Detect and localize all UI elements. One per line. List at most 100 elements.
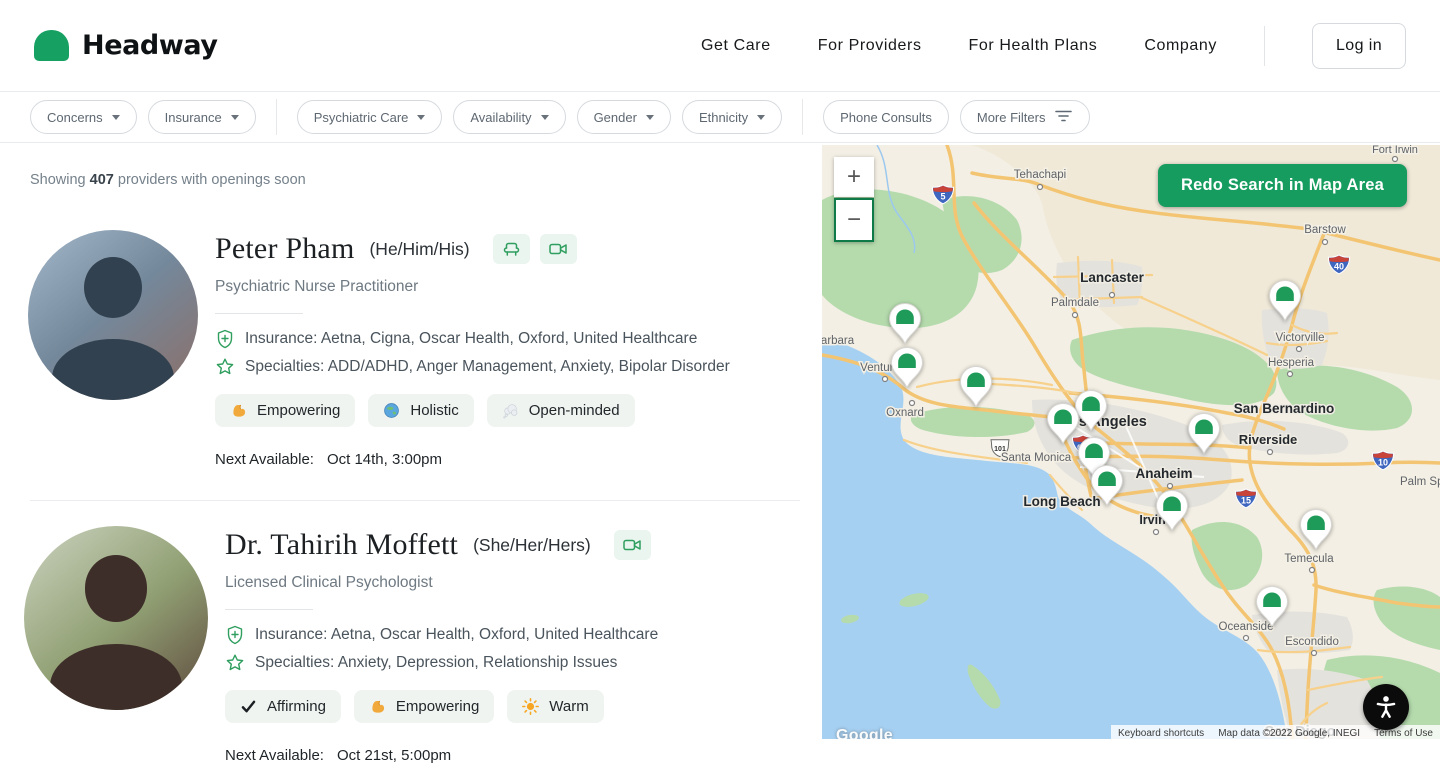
filter-more-filters[interactable]: More Filters (960, 100, 1091, 134)
provider-name[interactable]: Dr. Tahirih Moffett (225, 528, 458, 562)
map-provider-pin[interactable] (1299, 508, 1333, 552)
provider-name[interactable]: Peter Pham (215, 232, 354, 266)
next-available: Next Available:Oct 21st, 5:00pm (225, 747, 658, 764)
map-provider-pin[interactable] (959, 365, 993, 409)
in-person-session-chip[interactable] (493, 234, 530, 264)
map-label-barstow: Barstow (1304, 224, 1346, 236)
filter-label: Phone Consults (840, 110, 932, 125)
results-prefix: Showing (30, 172, 90, 188)
card-subdivider (215, 313, 303, 314)
filter-concerns[interactable]: Concerns (30, 100, 137, 134)
chevron-down-icon (231, 115, 239, 120)
next-available: Next Available:Oct 14th, 3:00pm (215, 451, 730, 468)
map-provider-pin[interactable] (1090, 464, 1124, 508)
map-label-santa-monica: Santa Monica (1001, 452, 1072, 464)
badge-label: Warm (549, 698, 588, 715)
map-provider-pin[interactable] (888, 302, 922, 346)
video-session-chip[interactable] (540, 234, 577, 264)
provider-card[interactable]: Peter Pham (He/Him/His) Psychiatric Nurs… (0, 230, 822, 490)
map-label-anaheim: Anaheim (1135, 466, 1192, 481)
accessibility-button[interactable] (1363, 684, 1409, 730)
attribution-item: Map data ©2022 Google, INEGI (1211, 725, 1367, 739)
filter-availability[interactable]: Availability (453, 100, 565, 134)
globe-emoji-icon (383, 402, 400, 419)
filter-label: Insurance (165, 110, 222, 125)
route-number: 40 (1334, 262, 1344, 272)
provider-photo[interactable] (28, 230, 198, 400)
map-zoom-in-button[interactable]: + (834, 157, 874, 197)
results-suffix: providers with openings soon (114, 172, 306, 188)
next-available-value: Oct 21st, 5:00pm (337, 747, 451, 764)
map-pin-icon (890, 346, 924, 390)
trait-badge-affirming: Affirming (225, 690, 341, 723)
map-pin-icon (959, 365, 993, 409)
map-label-escondido: Escondido (1285, 636, 1339, 648)
map-provider-pin[interactable] (1255, 585, 1289, 629)
filter-label: Concerns (47, 110, 103, 125)
nav-link-get-care[interactable]: Get Care (701, 37, 771, 55)
provider-pronouns: (He/Him/His) (369, 239, 469, 260)
provider-details: Dr. Tahirih Moffett (She/Her/Hers) Licen… (225, 526, 658, 764)
map-pin-icon (1155, 489, 1189, 533)
filter-label: Psychiatric Care (314, 110, 409, 125)
nav-link-for-health-plans[interactable]: For Health Plans (969, 37, 1098, 55)
map-provider-pin[interactable] (1187, 412, 1221, 456)
chevron-down-icon (757, 115, 765, 120)
filter-ethnicity[interactable]: Ethnicity (682, 100, 782, 134)
trait-badge-empowering: Empowering (215, 394, 355, 427)
results-count: Showing 407 providers with openings soon (30, 172, 822, 188)
map-provider-pin[interactable] (890, 346, 924, 390)
route-number: 10 (1378, 458, 1388, 468)
trait-badges: Empowering Holistic Open-minded (215, 394, 730, 427)
nav-link-for-providers[interactable]: For Providers (818, 37, 922, 55)
map-label-riverside: Riverside (1239, 432, 1298, 447)
insurance-list: Insurance: Aetna, Oscar Health, Oxford, … (255, 623, 658, 646)
map-zoom-out-button[interactable]: − (834, 198, 874, 242)
chevron-down-icon (112, 115, 120, 120)
google-logo: Google (836, 727, 893, 739)
sun-emoji-icon (522, 698, 539, 715)
insurance-shield-icon (225, 625, 245, 645)
filter-psychiatric-care[interactable]: Psychiatric Care (297, 100, 443, 134)
next-available-label: Next Available: (215, 451, 314, 468)
map-pin-icon (1187, 412, 1221, 456)
nav-link-company[interactable]: Company (1144, 37, 1217, 55)
map-provider-pin[interactable] (1046, 402, 1080, 446)
map-pin-icon (888, 302, 922, 346)
map-canvas[interactable]: 5 40 101 605 15 10 Fort IrwinTehachapiBa… (822, 145, 1440, 739)
accessibility-person-icon (1373, 694, 1399, 720)
filter-insurance[interactable]: Insurance (148, 100, 256, 134)
map-label-palm-springs: Palm Springs (1400, 476, 1440, 488)
trait-badges: AffirmingEmpoweringWarm (225, 690, 658, 723)
map-pin-icon (1268, 279, 1302, 323)
insurance-shield-icon (215, 329, 235, 349)
filter-bar: Concerns Insurance Psychiatric Care Availab… (0, 92, 1440, 143)
trait-badge-warm: Warm (507, 690, 603, 723)
badge-label: Holistic (410, 402, 458, 419)
login-button[interactable]: Log in (1312, 23, 1406, 69)
video-camera-icon (622, 536, 643, 554)
bicep-emoji-icon (230, 402, 247, 419)
headway-logo[interactable]: Headway (34, 30, 218, 61)
map-provider-pin[interactable] (1155, 489, 1189, 533)
redo-search-button[interactable]: Redo Search in Map Area (1158, 164, 1407, 207)
map-label-san-bernardino: San Bernardino (1234, 401, 1335, 416)
top-navigation-bar: Headway Get Care For Providers For Health … (0, 0, 1440, 92)
filter-group-divider (802, 99, 803, 135)
map-label-temecula: Temecula (1284, 553, 1334, 565)
provider-photo[interactable] (24, 526, 208, 710)
filter-gender[interactable]: Gender (577, 100, 671, 134)
armchair-icon (501, 239, 522, 259)
specialties-list: Specialties: ADD/ADHD, Anger Management,… (245, 355, 730, 378)
map-label-victorville: Victorville (1276, 332, 1325, 344)
route-number: 15 (1241, 496, 1251, 506)
specialties-list: Specialties: Anxiety, Depression, Relati… (255, 651, 617, 674)
map-provider-pin[interactable] (1268, 279, 1302, 323)
attribution-item[interactable]: Keyboard shortcuts (1111, 725, 1211, 739)
video-session-chip[interactable] (614, 530, 651, 560)
map-panel[interactable]: 5 40 101 605 15 10 Fort IrwinTehachapiBa… (822, 145, 1440, 739)
filter-phone-consults[interactable]: Phone Consults (823, 100, 949, 134)
provider-card[interactable]: Dr. Tahirih Moffett (She/Her/Hers) Licen… (0, 526, 822, 776)
badge-label: Open-minded (529, 402, 620, 419)
provider-results-panel: Showing 407 providers with openings soon… (0, 143, 822, 776)
